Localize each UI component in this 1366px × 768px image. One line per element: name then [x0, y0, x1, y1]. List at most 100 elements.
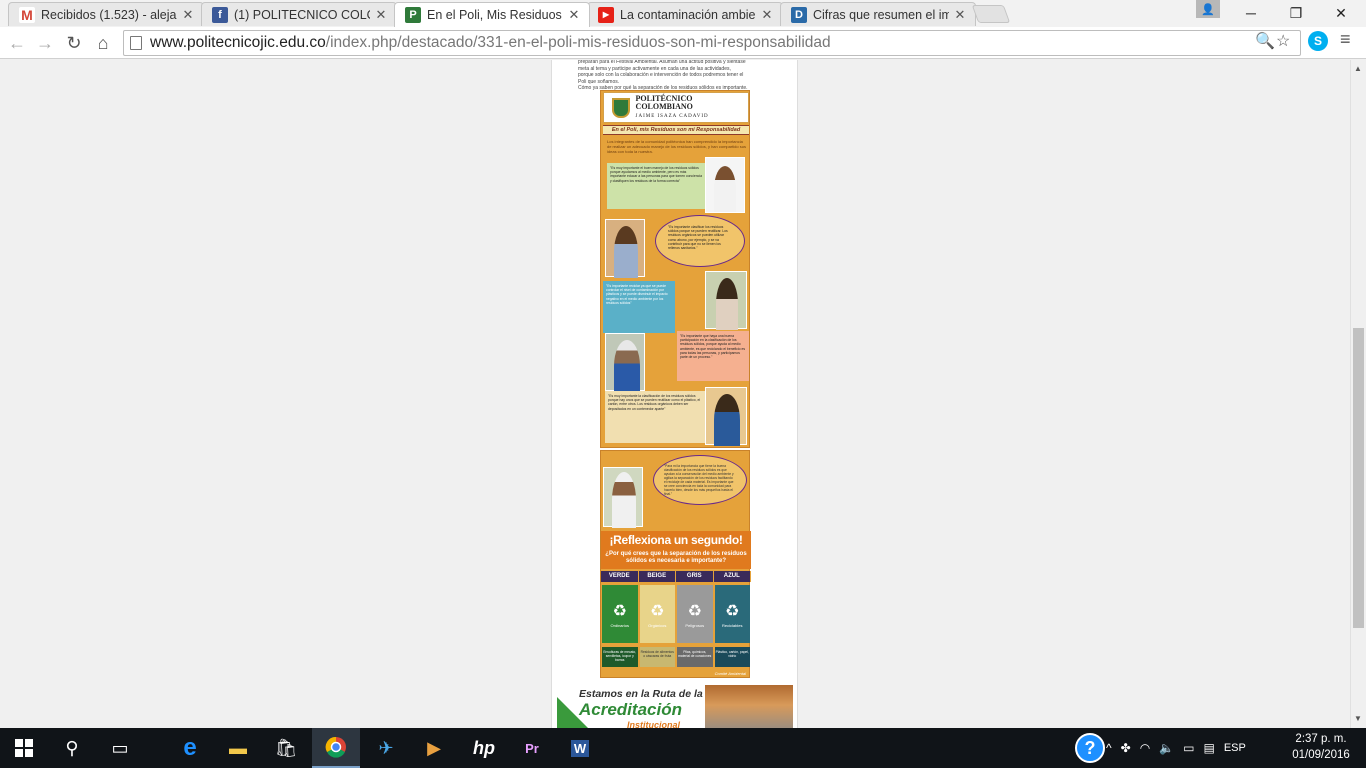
- banner-line3: Institucional: [627, 720, 681, 728]
- battery-icon[interactable]: ▭: [1183, 741, 1194, 755]
- page-icon: [130, 36, 142, 50]
- person-figure: [716, 278, 738, 330]
- tab-facebook[interactable]: f (1) POLITECNICO COLOMBI ✕: [201, 2, 397, 26]
- new-tab-button[interactable]: [971, 5, 1011, 23]
- bin-blue: ♻ Reciclables: [714, 585, 750, 643]
- search-icon[interactable]: ⚲: [48, 728, 96, 768]
- person-photo: [605, 219, 645, 278]
- clock-time: 2:37 p. m.: [1295, 733, 1347, 745]
- chevron-up-icon[interactable]: ^: [1106, 741, 1112, 755]
- close-tab-icon[interactable]: ✕: [567, 7, 581, 23]
- tab-title: Cifras que resumen el imp: [813, 7, 949, 22]
- url-host: www.politecnicojic.edu.co: [150, 34, 326, 51]
- bookmark-star-icon[interactable]: ☆: [1276, 31, 1290, 51]
- wifi-icon[interactable]: ◠: [1140, 741, 1150, 755]
- clock-date: 01/09/2016: [1292, 749, 1350, 761]
- banner-photo: [705, 685, 793, 728]
- store-icon[interactable]: 🛍: [262, 728, 310, 768]
- bin-description: Pilas, químicos, material de curaciones: [677, 647, 713, 667]
- bin-name: Ordinarios: [610, 622, 629, 628]
- person-photo: [705, 157, 745, 213]
- recycle-icon: ♻: [650, 602, 665, 620]
- bin-description: Residuos de alimentos o cáscaras de frut…: [639, 647, 675, 667]
- premiere-icon[interactable]: Pr: [508, 728, 556, 768]
- recycle-icon: ♻: [612, 602, 627, 620]
- back-icon[interactable]: ←: [5, 31, 29, 55]
- minimize-button[interactable]: ─: [1228, 0, 1274, 26]
- close-tab-icon[interactable]: ✕: [181, 7, 195, 23]
- bin-beige: ♻ Orgánicos: [639, 585, 675, 643]
- bin-description: Envolturas de mecato, servilletas, icopo…: [602, 647, 638, 667]
- chrome-icon[interactable]: [312, 728, 360, 768]
- recycle-icon: ♻: [725, 602, 740, 620]
- vertical-scrollbar[interactable]: ▲ ▼: [1350, 60, 1366, 728]
- menu-icon[interactable]: ≡: [1340, 29, 1351, 50]
- zoom-icon[interactable]: 🔍: [1255, 31, 1275, 51]
- url-path: /index.php/destacado/331-en-el-poli-mis-…: [325, 34, 831, 51]
- poli-icon: P: [405, 7, 421, 23]
- bin-color-label: AZUL: [714, 571, 751, 582]
- profile-icon[interactable]: 👤: [1196, 0, 1220, 18]
- skype-icon[interactable]: S: [1308, 31, 1328, 51]
- person-figure: [612, 472, 636, 528]
- tab-youtube[interactable]: ▶ La contaminación ambien ✕: [587, 2, 783, 26]
- tab-title: La contaminación ambien: [620, 7, 756, 22]
- scroll-down-icon[interactable]: ▼: [1354, 714, 1362, 723]
- clock[interactable]: 2:37 p. m. 01/09/2016: [1290, 731, 1352, 763]
- reload-icon[interactable]: ↻: [62, 31, 86, 55]
- close-tab-icon[interactable]: ✕: [760, 7, 774, 23]
- hp-icon[interactable]: hp: [460, 728, 508, 768]
- bin-color-label: VERDE: [601, 571, 639, 582]
- volume-icon[interactable]: 🔈: [1159, 741, 1174, 755]
- person-photo: [705, 387, 747, 446]
- bin-name: Reciclables: [722, 622, 743, 628]
- person-figure: [614, 340, 640, 392]
- scrollbar-thumb[interactable]: [1353, 328, 1364, 628]
- restore-button[interactable]: ❐: [1273, 0, 1319, 26]
- file-explorer-icon[interactable]: ▬: [214, 728, 262, 768]
- quote-box: "Es importante reciclar ya que se puede …: [603, 281, 675, 333]
- reflection-title: ¡Reflexiona un segundo!: [601, 531, 751, 549]
- youtube-icon: ▶: [598, 6, 614, 23]
- quote-bubble: "Para mi la importancia que tiene la bue…: [653, 455, 747, 505]
- bin-description: Plástico, cartón, papel, vidrio: [714, 647, 750, 667]
- poli-logo: POLITÉCNICO COLOMBIANO JAIME ISAZA CADAV…: [603, 92, 749, 123]
- article-intro: preparan para el Festival Ambiental. Asu…: [578, 60, 778, 93]
- close-window-button[interactable]: ✕: [1318, 0, 1364, 26]
- action-center-icon[interactable]: ▤: [1203, 741, 1214, 755]
- tray-app-icon[interactable]: ✤: [1121, 741, 1131, 755]
- tab-cifras[interactable]: D Cifras que resumen el imp ✕: [780, 2, 976, 26]
- bin-color-labels: VERDE BEIGE GRIS AZUL: [601, 571, 751, 582]
- accreditation-banner[interactable]: Estamos en la Ruta de la Acreditación In…: [557, 685, 793, 728]
- system-tray: ^ ✤ ◠ 🔈 ▭ ▤ ESP: [1106, 728, 1246, 768]
- forward-icon[interactable]: →: [33, 31, 57, 55]
- language-label[interactable]: ESP: [1224, 742, 1246, 754]
- intro-line: porque solo con la colaboración e interv…: [578, 72, 744, 78]
- bin-name: Peligrosos: [685, 622, 705, 628]
- tab-title: (1) POLITECNICO COLOMBI: [234, 7, 370, 22]
- banner-line1: Estamos en la Ruta de la: [579, 688, 703, 700]
- windows-taskbar: ⚲ ▭ e ▬ 🛍 ✈ ▶ hp Pr W ? ^ ✤ ◠ 🔈 ▭ ▤ ESP …: [0, 728, 1366, 768]
- logo-name: POLITÉCNICO COLOMBIANO: [635, 93, 693, 111]
- address-bar[interactable]: www.politecnicojic.edu.co/index.php/dest…: [123, 30, 1301, 56]
- tab-title: Recibidos (1.523) - alejanc: [41, 7, 177, 22]
- app-icon[interactable]: ✈: [362, 728, 410, 768]
- edge-icon[interactable]: e: [166, 728, 214, 768]
- word-icon[interactable]: W: [556, 728, 604, 768]
- close-tab-icon[interactable]: ✕: [953, 7, 967, 23]
- quote-box: "Es muy importante el buen manejo de los…: [607, 163, 705, 209]
- intro-line: preparan para el Festival Ambiental. Asu…: [578, 60, 746, 65]
- close-tab-icon[interactable]: ✕: [374, 7, 388, 23]
- tab-gmail[interactable]: M Recibidos (1.523) - alejanc ✕: [8, 2, 204, 26]
- comite-label: Comité Ambiental: [714, 671, 746, 676]
- start-icon[interactable]: [0, 728, 48, 768]
- browser-toolbar: ← → ↻ ⌂ www.politecnicojic.edu.co/index.…: [0, 27, 1366, 59]
- tab-poli-residuos[interactable]: P En el Poli, Mis Residuos so ✕: [394, 2, 590, 27]
- person-photo: [605, 333, 645, 392]
- task-view-icon[interactable]: ▭: [96, 728, 144, 768]
- scroll-up-icon[interactable]: ▲: [1354, 64, 1362, 73]
- person-figure: [714, 394, 740, 446]
- media-icon[interactable]: ▶: [410, 728, 458, 768]
- bin-green: ♻ Ordinarios: [602, 585, 638, 643]
- home-icon[interactable]: ⌂: [91, 31, 115, 55]
